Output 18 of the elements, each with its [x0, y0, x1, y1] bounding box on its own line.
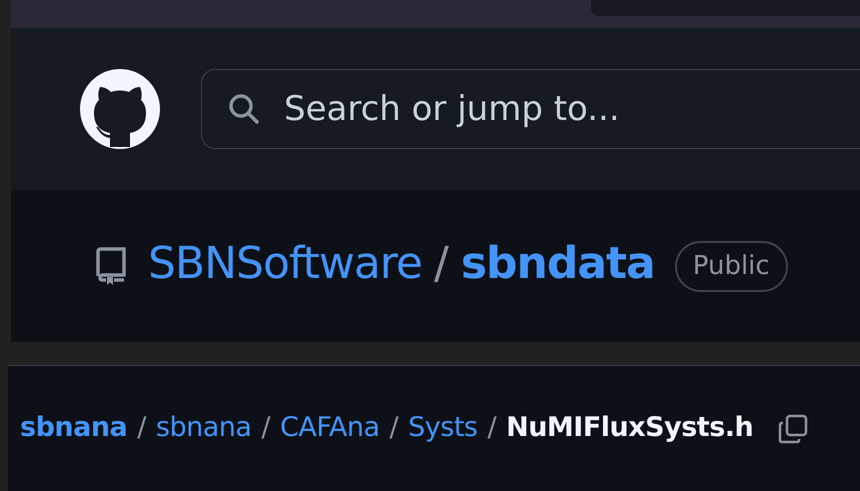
breadcrumb-link[interactable]: Systs	[408, 408, 478, 449]
repository-link[interactable]: sbndata	[460, 242, 655, 286]
search-field[interactable]: Search or jump to...	[201, 69, 860, 149]
repository-icon	[94, 246, 128, 286]
breadcrumb-link[interactable]: sbnana	[156, 408, 252, 449]
octocat-logo-icon[interactable]	[80, 69, 160, 149]
current-file-name: NuMIFluxSysts.h	[506, 411, 754, 446]
breadcrumb-separator: /	[390, 411, 398, 446]
visibility-badge: Public	[674, 240, 788, 292]
owner-link[interactable]: SBNSoftware	[148, 242, 422, 286]
breadcrumb-separator: /	[137, 411, 146, 446]
search-input: Search or jump to...	[284, 84, 860, 134]
breadcrumb-link[interactable]: sbnana	[20, 408, 128, 449]
breadcrumb-link[interactable]: CAFAna	[280, 408, 380, 449]
path-separator: /	[434, 242, 449, 286]
breadcrumb-separator: /	[261, 411, 270, 446]
breadcrumb-separator: /	[488, 411, 496, 446]
copy-icon[interactable]	[777, 412, 810, 444]
